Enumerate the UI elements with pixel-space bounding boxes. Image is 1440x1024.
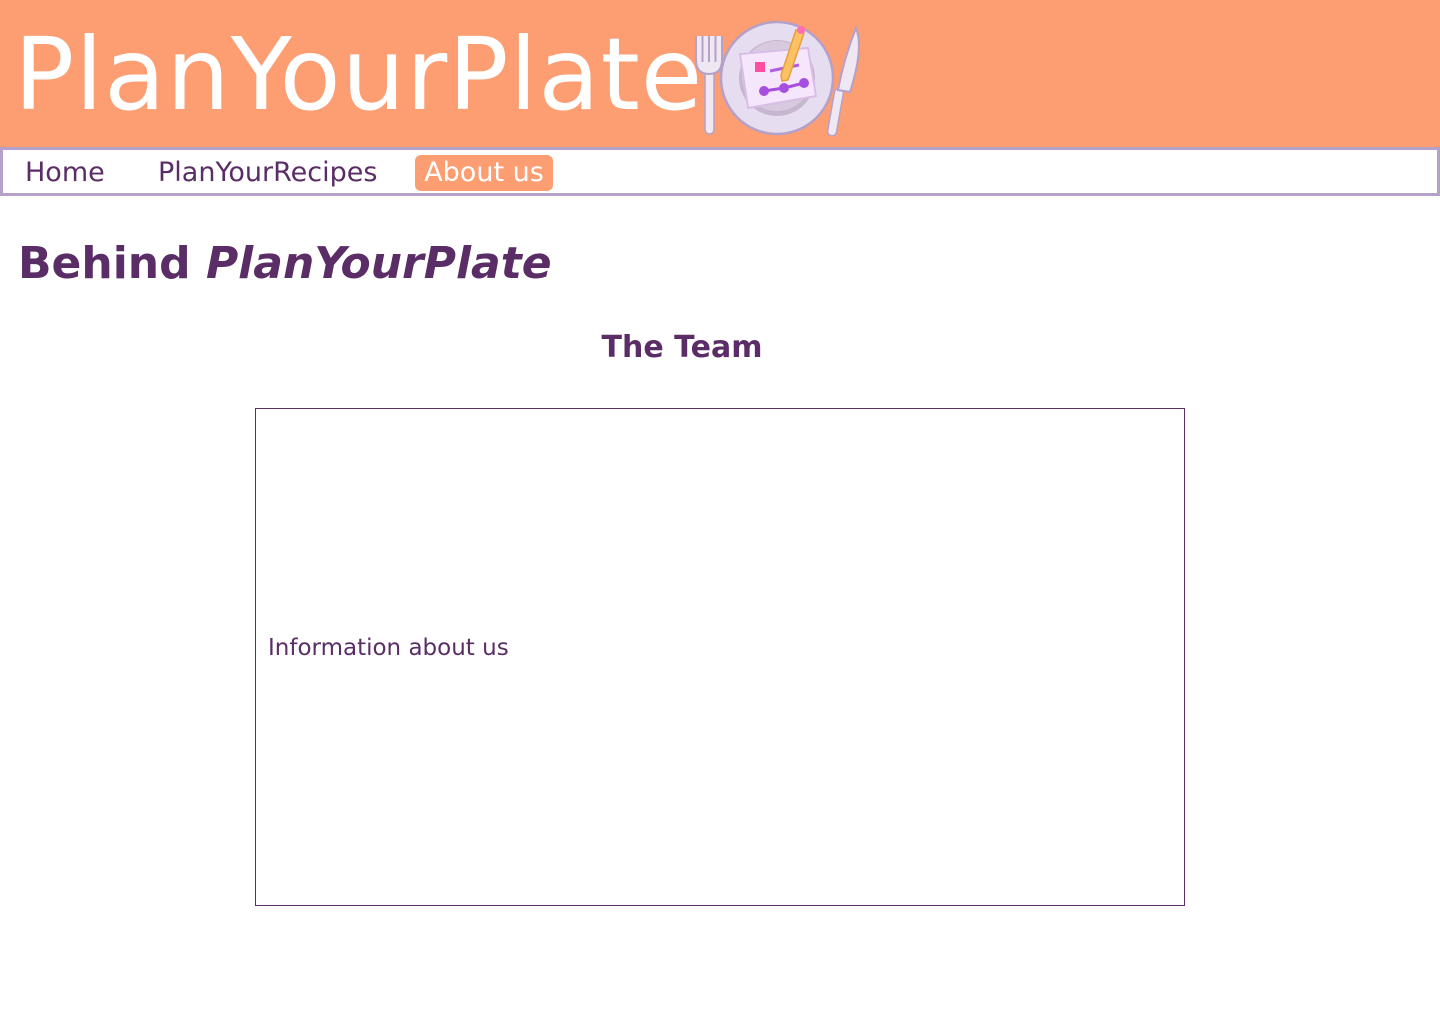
page-title: Behind PlanYourPlate [18,238,552,289]
plan-card-icon [738,46,818,110]
team-heading: The Team [601,330,763,365]
site-brand[interactable]: PlanYourPlate [14,20,703,130]
page-title-brand: PlanYourPlate [205,238,552,289]
plate-planner-logo-icon [695,20,860,137]
main-nav: Home PlanYourRecipes About us [0,147,1440,196]
team-info-text: Information about us [268,635,509,661]
nav-about-us[interactable]: About us [415,155,553,191]
site-header: PlanYourPlate [0,0,1440,147]
page-title-prefix: Behind [18,238,191,289]
nav-home[interactable]: Home [25,155,105,191]
nav-planyourrecipes[interactable]: PlanYourRecipes [158,155,377,191]
team-info-box: Information about us [255,408,1185,906]
fork-icon [695,36,723,135]
